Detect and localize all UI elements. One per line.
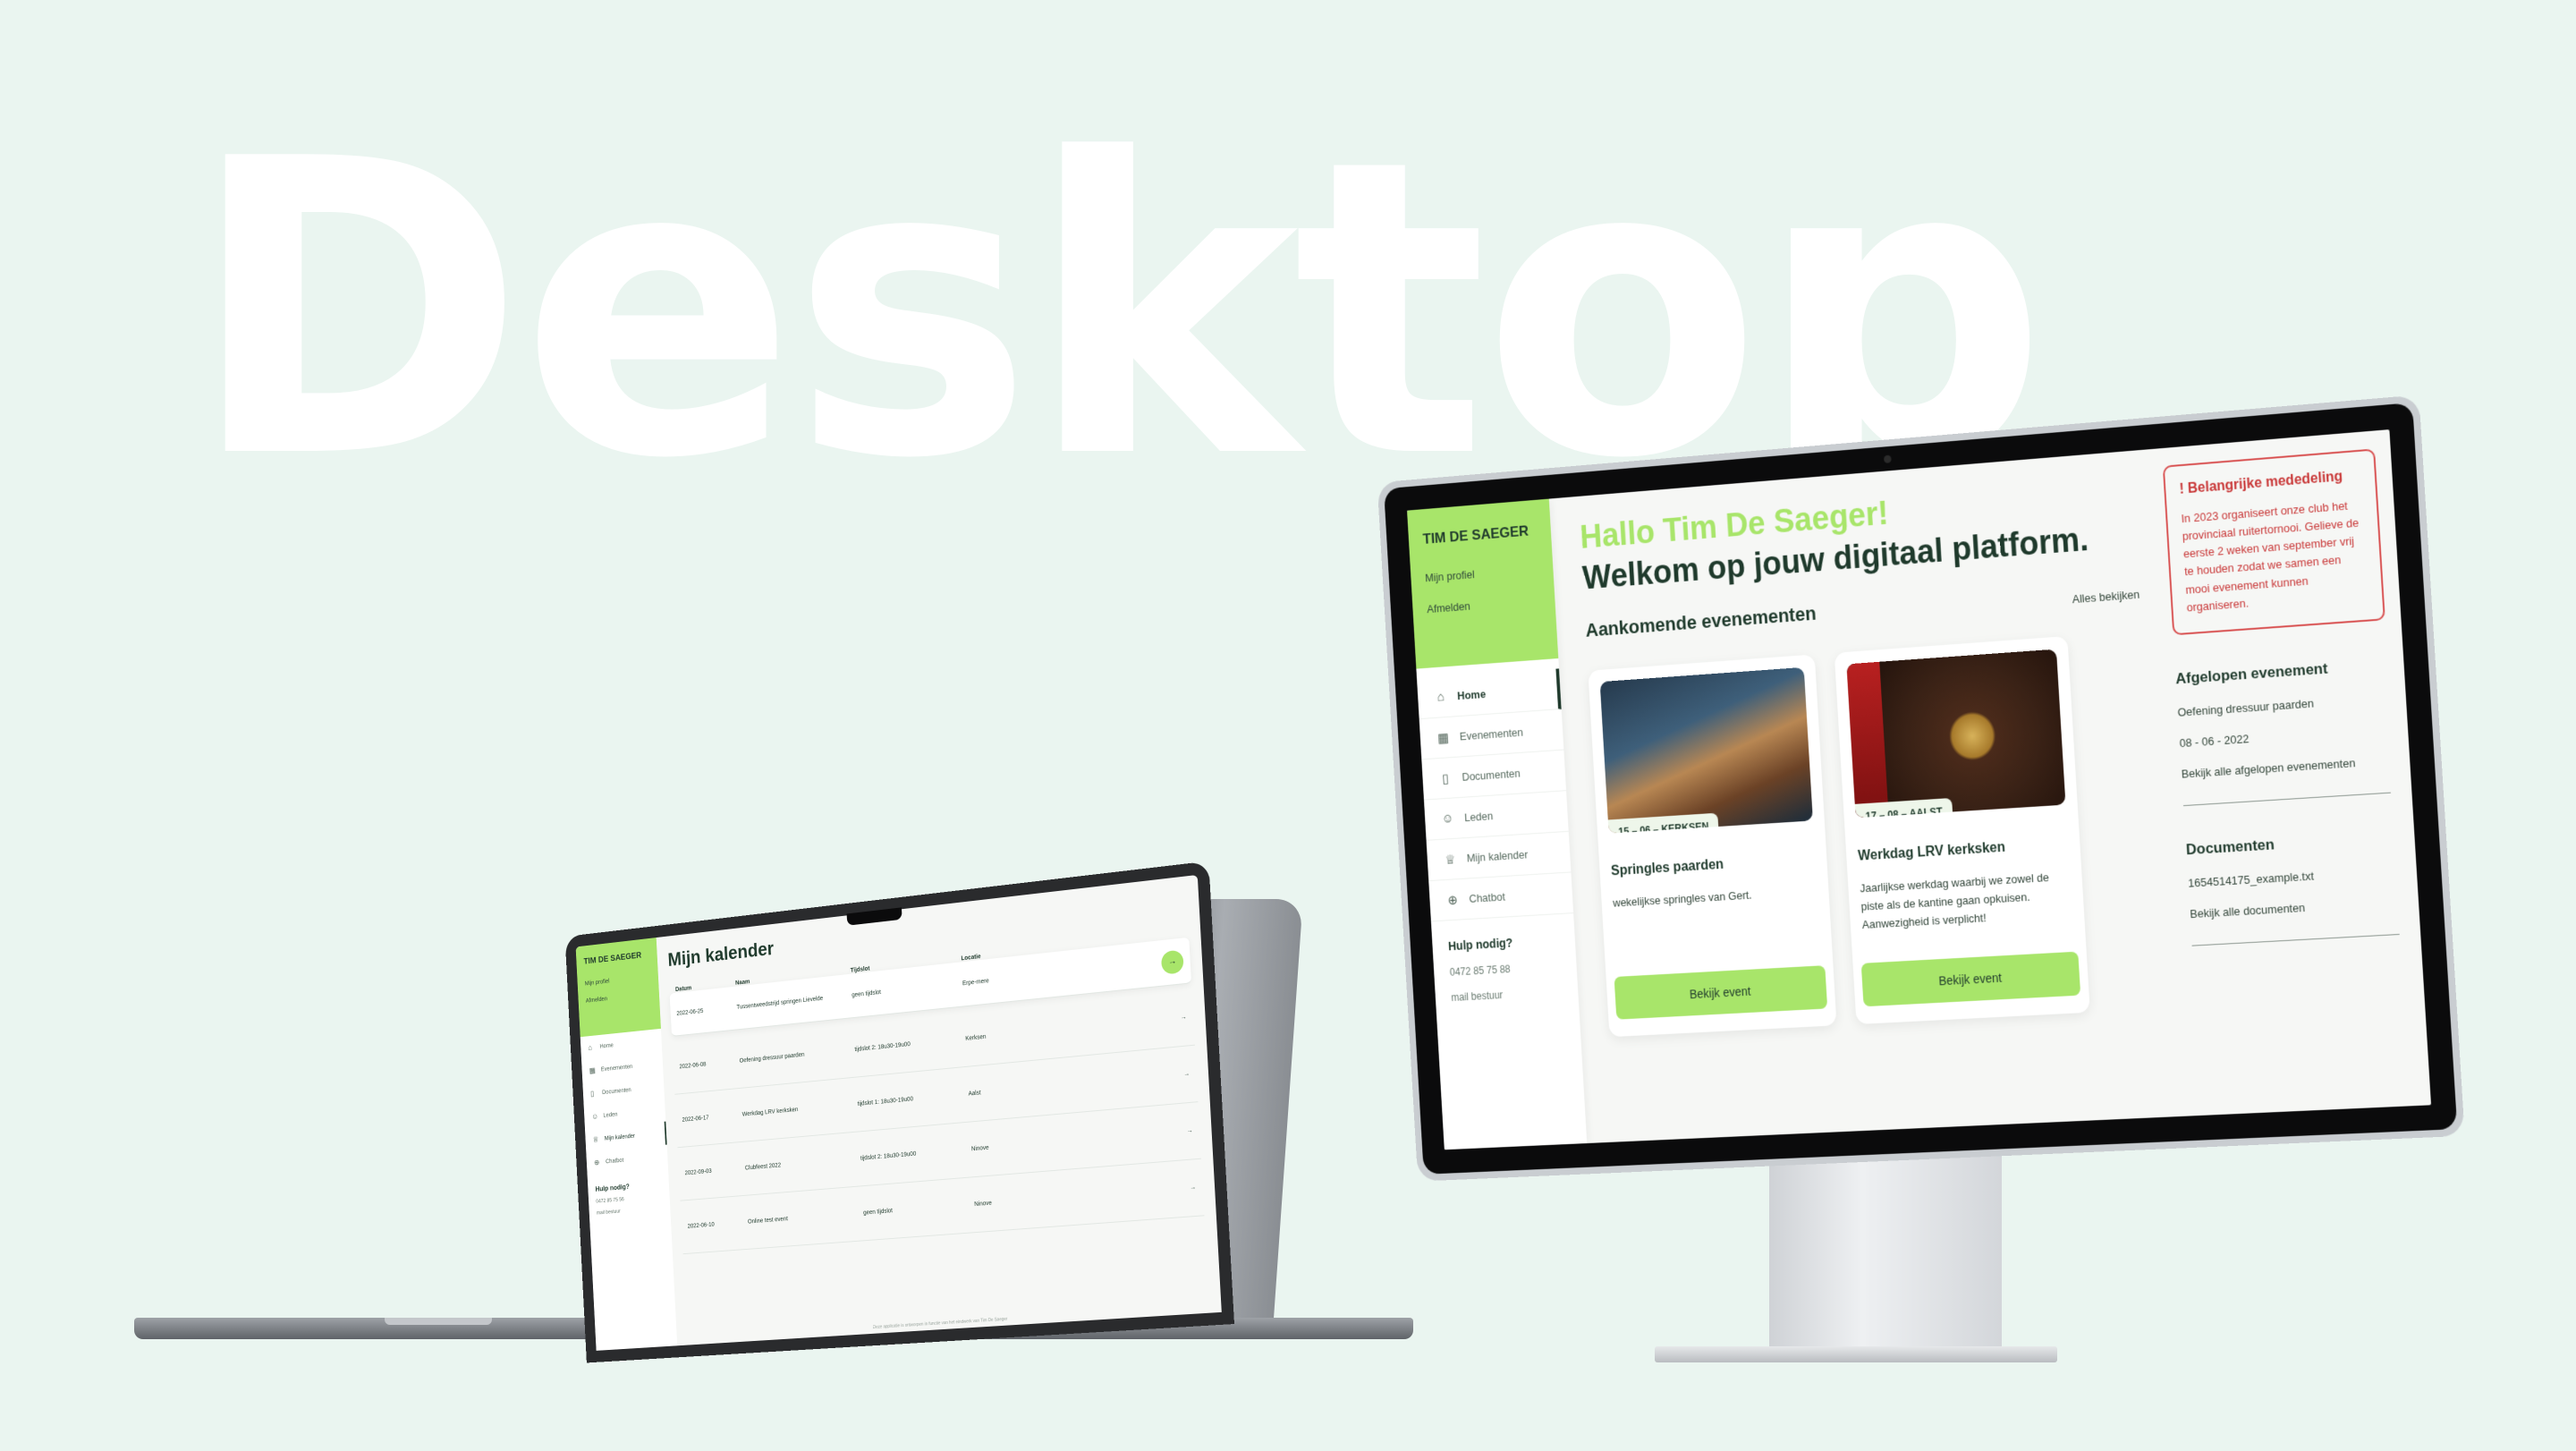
calendar-screen: TIM DE SAEGER Mijn profiel Afmelden ⌂ Hom… xyxy=(576,875,1222,1351)
arrow-right-icon[interactable]: → xyxy=(1161,949,1184,974)
document-file[interactable]: 1654514175_example.txt xyxy=(2188,864,2402,890)
laptop: TIM DE SAEGER Mijn profiel Afmelden ⌂ Hom… xyxy=(565,861,1234,1363)
see-all-link[interactable]: Alles bekijken xyxy=(2072,588,2140,606)
dashboard-screen: TIM DE SAEGER Mijn profiel Afmelden ⌂ Hom… xyxy=(1407,429,2431,1150)
divider xyxy=(2183,792,2391,805)
profile-link[interactable]: Mijn profiel xyxy=(585,974,651,988)
help-title: Hulp nodig? xyxy=(1448,933,1560,953)
view-event-button[interactable]: Bekijk event xyxy=(1614,966,1828,1021)
profile-link[interactable]: Mijn profiel xyxy=(1425,563,1539,584)
trophy-icon: ♕ xyxy=(593,1134,601,1144)
chat-icon: ⊕ xyxy=(1445,892,1461,908)
event-title: Springles paarden xyxy=(1611,852,1816,879)
sidebar-nav: ⌂ Home ▦ Evenementen ▯ Documenten ☺ Leden ♕ M… xyxy=(1416,658,1573,921)
calendar-icon: ▦ xyxy=(589,1065,597,1075)
monitor: TIM DE SAEGER Mijn profiel Afmelden ⌂ Hom… xyxy=(1377,395,2465,1181)
event-image: 15 – 06 – KERKSEN xyxy=(1600,667,1813,834)
event-description: Jaarlijkse werkdag waarbij we zowel de p… xyxy=(1860,868,2073,934)
help-phone[interactable]: 0472 85 75 88 xyxy=(1449,960,1561,978)
events-title: Aankomende evenementen xyxy=(1585,603,1817,642)
event-card: 17 – 08 – AALST Werkdag LRV kerksken Jaa… xyxy=(1835,636,2090,1024)
logout-link[interactable]: Afmelden xyxy=(1427,594,1541,615)
documents-title: Documenten xyxy=(2185,828,2399,859)
brand-name: TIM DE SAEGER xyxy=(1422,522,1537,548)
calendar-sidebar: TIM DE SAEGER Mijn profiel Afmelden ⌂ Hom… xyxy=(576,938,678,1351)
past-events-section: Afgelopen evenement Oefening dressuur pa… xyxy=(2175,656,2396,806)
help-section: Hulp nodig? 0472 85 75 56 mail bestuur xyxy=(588,1168,671,1218)
notice-text: In 2023 organiseert onze club het provin… xyxy=(2181,496,2368,616)
dashboard-sidebar: TIM DE SAEGER Mijn profiel Afmelden ⌂ Hom… xyxy=(1407,499,1587,1150)
arrow-right-icon[interactable]: → xyxy=(1061,1128,1193,1145)
calendar-icon: ▦ xyxy=(1436,729,1451,745)
help-phone[interactable]: 0472 85 75 56 xyxy=(596,1194,662,1205)
camera-dot xyxy=(1884,455,1892,463)
view-event-button[interactable]: Bekijk event xyxy=(1861,952,2080,1007)
trophy-icon: ♕ xyxy=(1443,851,1458,867)
calendar-main: Mijn kalender Datum Naam Tijdslot Locati… xyxy=(666,876,1209,1345)
past-events-title: Afgelopen evenement xyxy=(2175,656,2389,688)
home-icon: ⌂ xyxy=(588,1043,596,1052)
event-description: wekelijkse springles van Gert. xyxy=(1613,883,1818,912)
past-events-link[interactable]: Bekijk alle afgelopen evenementen xyxy=(2181,753,2394,780)
help-title: Hulp nodig? xyxy=(595,1180,661,1192)
brand-name: TIM DE SAEGER xyxy=(583,950,649,967)
laptop-base-notch xyxy=(385,1318,492,1325)
notice-title: ! Belangrijke mededeling xyxy=(2179,468,2361,498)
divider xyxy=(2192,934,2400,946)
logout-link[interactable]: Afmelden xyxy=(586,991,652,1004)
help-section: Hulp nodig? 0472 85 75 88 mail bestuur xyxy=(1431,913,1579,1005)
home-icon: ⌂ xyxy=(1433,690,1448,705)
documents-link[interactable]: Bekijk alle documenten xyxy=(2190,895,2403,921)
event-tag: 15 – 06 – KERKSEN xyxy=(1608,813,1719,834)
documents-section: Documenten 1654514175_example.txt Bekijk… xyxy=(2185,828,2404,946)
help-mail[interactable]: mail bestuur xyxy=(597,1206,663,1216)
important-notice: ! Belangrijke mededeling In 2023 organis… xyxy=(2163,448,2385,635)
dashboard-main: Hallo Tim De Saeger! Welkom op jouw digi… xyxy=(1565,449,2189,1142)
help-mail[interactable]: mail bestuur xyxy=(1451,986,1563,1004)
dashboard-right-column: ! Belangrijke mededeling In 2023 organis… xyxy=(2157,429,2431,1116)
event-image: 17 – 08 – AALST xyxy=(1846,649,2065,819)
event-title: Werkdag LRV kerksken xyxy=(1858,836,2069,865)
document-icon: ▯ xyxy=(590,1089,598,1099)
document-icon: ▯ xyxy=(1438,770,1453,786)
chat-icon: ⊕ xyxy=(594,1158,602,1167)
monitor-foot xyxy=(1655,1346,2057,1362)
users-icon: ☺ xyxy=(1440,811,1455,827)
users-icon: ☺ xyxy=(591,1112,599,1121)
arrow-right-icon[interactable]: → xyxy=(1063,1184,1196,1201)
past-event-date: 08 - 06 - 2022 xyxy=(2179,722,2393,750)
past-event-name: Oefening dressuur paarden xyxy=(2177,692,2391,719)
arrow-right-icon[interactable]: → xyxy=(1057,1071,1190,1089)
arrow-right-icon[interactable]: → xyxy=(1055,1014,1187,1033)
event-card: 15 – 06 – KERKSEN Springles paarden weke… xyxy=(1588,655,1836,1038)
event-tag: 17 – 08 – AALST xyxy=(1855,798,1953,818)
